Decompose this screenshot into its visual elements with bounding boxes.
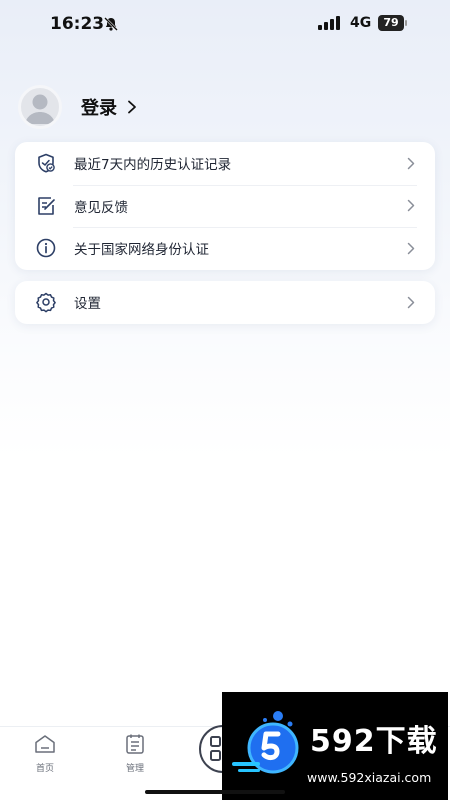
watermark-title: 592下载 xyxy=(310,724,438,759)
chevron-right-icon xyxy=(407,200,415,212)
watermark-logo xyxy=(232,711,299,774)
chevron-right-icon xyxy=(407,157,415,170)
gear-icon xyxy=(36,293,56,313)
signal-icon xyxy=(318,16,340,30)
menu-item-feedback[interactable]: 意见反馈 xyxy=(15,184,435,228)
chevron-right-icon xyxy=(407,242,415,255)
home-icon xyxy=(35,735,55,753)
chevron-right-icon xyxy=(407,296,415,309)
menu-item-auth-history[interactable]: 最近7天内的历史认证记录 xyxy=(15,142,435,185)
menu-item-label: 设置 xyxy=(74,296,101,313)
list-icon xyxy=(126,734,144,754)
nav-manage-label: 管理 xyxy=(125,764,144,774)
watermark-url: www.592xiazai.com xyxy=(307,770,432,785)
status-bar: 16:23 4G 79 xyxy=(0,0,450,50)
watermark: 592下载 www.592xiazai.com xyxy=(222,692,448,800)
chevron-right-icon xyxy=(128,100,136,114)
login-label: 登录 xyxy=(81,98,117,119)
menu-item-about[interactable]: 关于国家网络身份认证 xyxy=(15,227,435,270)
login-entry[interactable]: 登录 xyxy=(18,85,137,129)
shield-check-icon xyxy=(38,153,55,173)
nav-home-label: 首页 xyxy=(35,764,54,774)
menu-card-settings: 设置 xyxy=(15,281,435,324)
menu-card-main: 最近7天内的历史认证记录 意见反馈 关于国家网络身份认证 xyxy=(15,142,435,270)
nav-home[interactable]: 首页 xyxy=(15,733,75,774)
menu-item-settings[interactable]: 设置 xyxy=(15,281,435,324)
status-time: 16:23 xyxy=(50,14,105,34)
menu-item-label: 意见反馈 xyxy=(74,199,128,216)
menu-item-label: 最近7天内的历史认证记录 xyxy=(74,157,232,174)
home-indicator xyxy=(145,790,285,794)
user-icon xyxy=(25,94,55,124)
bell-muted-icon xyxy=(104,17,118,31)
edit-note-icon xyxy=(38,197,55,215)
battery-indicator: 79 xyxy=(378,15,408,31)
nav-manage[interactable]: 管理 xyxy=(105,733,165,774)
battery-level: 79 xyxy=(383,16,399,29)
avatar xyxy=(18,85,62,129)
network-type: 4G xyxy=(350,15,372,31)
info-icon xyxy=(36,239,56,258)
menu-item-label: 关于国家网络身份认证 xyxy=(74,242,209,259)
